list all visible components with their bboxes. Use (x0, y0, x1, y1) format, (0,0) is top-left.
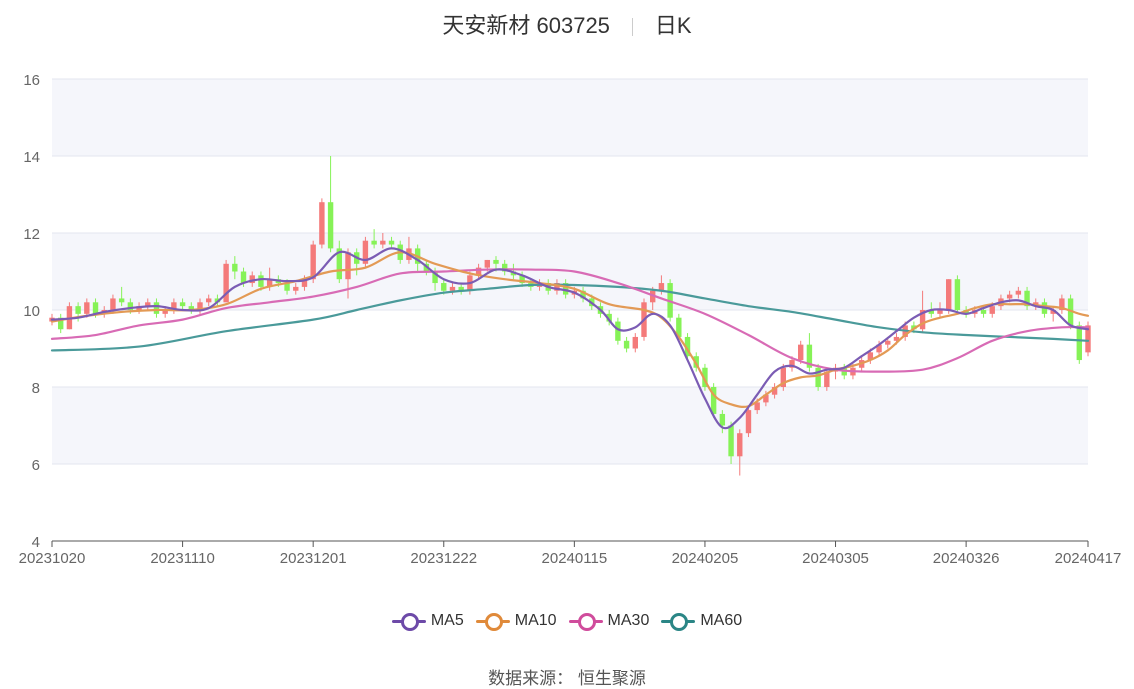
y-tick-label: 4 (32, 534, 40, 551)
data-source: 数据来源： 恒生聚源 (488, 669, 646, 688)
candle-body (232, 263, 238, 272)
candle-body (632, 336, 638, 349)
legend-label: MA60 (700, 612, 743, 629)
candle-body (623, 340, 630, 349)
candle-body (92, 302, 99, 314)
candle-body (798, 344, 804, 361)
candle-body (493, 259, 499, 264)
x-tick-label: 20231110 (150, 550, 215, 567)
candle-body (484, 259, 490, 268)
candle-body (989, 306, 995, 314)
candle (832, 363, 839, 380)
candle (66, 302, 73, 330)
candle-body (980, 310, 987, 314)
legend-label: MA10 (514, 612, 557, 629)
candle-body (388, 240, 395, 245)
candle-body (1015, 290, 1022, 295)
legend-marker-icon (391, 612, 426, 631)
candle-body (84, 302, 90, 314)
y-tick-label: 8 (32, 380, 40, 397)
candle-body (327, 202, 334, 249)
candle (954, 275, 961, 314)
candle-body (954, 279, 961, 310)
chart-legend: MA5 MA10 MA30 MA60 (0, 612, 1134, 635)
candle (623, 336, 630, 353)
legend-marker-icon (475, 612, 510, 631)
candle-body (293, 286, 299, 291)
candle-body (441, 283, 447, 291)
legend-marker-icon (661, 612, 696, 631)
candle-body (737, 433, 743, 457)
candle-body (1006, 294, 1013, 299)
y-tick-label: 10 (23, 303, 40, 320)
candle-body (449, 286, 456, 291)
candle-body (206, 298, 212, 303)
plot-band (52, 79, 1088, 156)
candle-body (937, 310, 943, 314)
candle (946, 279, 952, 314)
candle-body (258, 275, 264, 287)
candle-body (615, 321, 621, 341)
candle (362, 236, 369, 268)
candlestick-chart: 4 6 8 10 12 14 16 20231020 20231110 20231201 20231… (19, 72, 1122, 567)
candle-body (319, 202, 325, 245)
candle (319, 198, 325, 249)
candle (327, 156, 334, 253)
candle-body (153, 302, 160, 314)
x-tick-label: 20231201 (280, 550, 347, 567)
candle-body (885, 340, 891, 345)
x-tick-label: 20240326 (933, 550, 1000, 567)
candle-body (371, 240, 377, 245)
y-tick-label: 14 (23, 149, 40, 166)
x-tick-label: 20231222 (410, 550, 477, 567)
candle-body (75, 306, 81, 314)
legend-marker-icon (568, 612, 603, 631)
x-tick-label: 20231020 (19, 550, 86, 567)
x-tick-label: 20240305 (802, 550, 869, 567)
candle-body (728, 425, 734, 457)
legend-label: MA30 (607, 612, 650, 629)
x-tick-label: 20240205 (672, 550, 739, 567)
x-tick-label: 20240417 (1055, 550, 1122, 567)
candle (632, 333, 638, 353)
candle-body (118, 298, 125, 303)
legend-item-ma30[interactable]: MA30 (568, 612, 650, 631)
candle-body (110, 298, 116, 310)
candle (806, 333, 813, 372)
candle-body (179, 302, 186, 307)
plot-band (52, 387, 1088, 464)
candle-body (345, 252, 351, 280)
candle-body (719, 413, 726, 426)
candle-body (1076, 325, 1082, 361)
candle (737, 429, 743, 476)
x-tick-label: 20240115 (542, 550, 608, 567)
y-tick-label: 12 (23, 226, 40, 243)
y-tick-label: 16 (23, 72, 40, 89)
legend-label: MA5 (430, 612, 464, 629)
legend-item-ma5[interactable]: MA5 (391, 612, 464, 631)
candle (58, 313, 64, 334)
candle (615, 317, 621, 345)
candle-body (310, 244, 316, 280)
candle-body (745, 410, 752, 434)
legend-item-ma60[interactable]: MA60 (661, 612, 743, 631)
legend-item-ma10[interactable]: MA10 (475, 612, 557, 631)
candle (815, 363, 821, 391)
candle-body (380, 240, 386, 245)
y-tick-label: 6 (32, 457, 40, 474)
candle-body (946, 279, 952, 310)
